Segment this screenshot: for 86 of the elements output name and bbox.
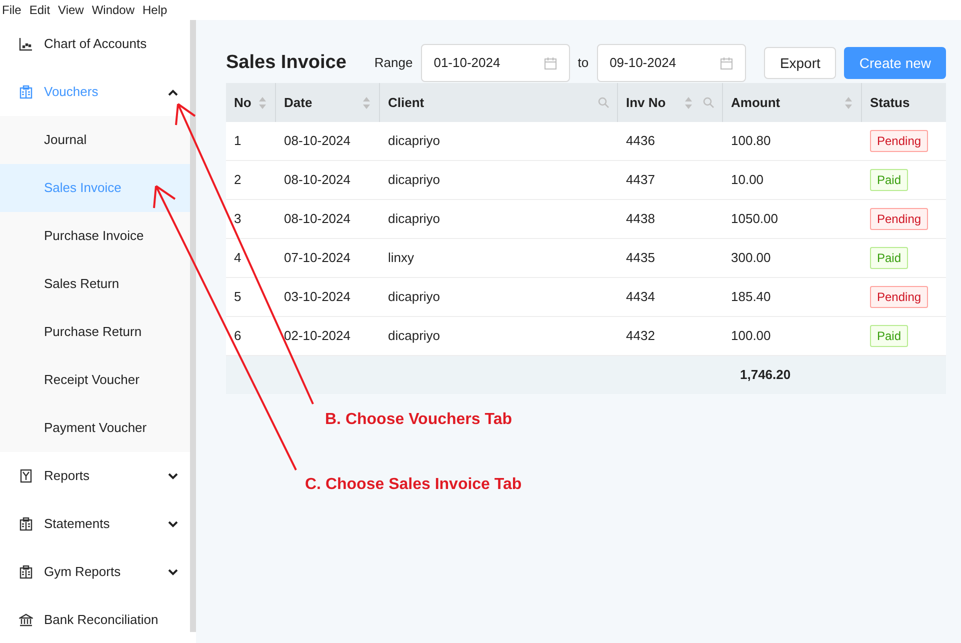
sort-icon[interactable] <box>258 96 267 110</box>
table-cell-text: 1 <box>234 132 242 150</box>
table-cell-text: 4432 <box>626 327 655 346</box>
sort-icon[interactable] <box>844 96 853 110</box>
table-cell-text: 03-10-2024 <box>284 288 350 306</box>
bank-icon <box>19 613 33 627</box>
table-cell-text: 185.40 <box>731 288 771 306</box>
page-title: Sales Invoice <box>226 50 346 75</box>
export-button[interactable]: Export <box>764 47 836 79</box>
table-cell-text: 4438 <box>626 210 655 228</box>
table-cell-text: 100.00 <box>731 327 771 346</box>
to-label: to <box>578 54 589 72</box>
chevron-down-icon <box>168 520 178 528</box>
column-header: Status <box>870 94 910 112</box>
menu-item[interactable]: View <box>55 1 87 19</box>
table-cell-text: 07-10-2024 <box>284 249 350 268</box>
submenu-item[interactable]: Journal <box>0 116 190 164</box>
submenu-item[interactable]: Payment Voucher <box>0 404 190 452</box>
menu-item[interactable]: Window <box>88 1 138 19</box>
table-cell-text: 08-10-2024 <box>284 132 350 150</box>
submenu-item[interactable]: Sales Return <box>0 260 190 308</box>
sidebar-item[interactable]: Statements <box>0 500 190 548</box>
calendar-icon <box>720 56 733 70</box>
table-cell-text: 02-10-2024 <box>284 327 350 346</box>
date-field[interactable]: 01-10-2024 <box>420 44 570 82</box>
range-label: Range <box>374 54 413 72</box>
table-cell-text: 5 <box>234 288 242 306</box>
chevron-up-icon <box>168 88 178 96</box>
status-tag: Paid <box>870 325 908 347</box>
column-header: Client <box>388 94 424 112</box>
scrollbar[interactable] <box>190 20 196 632</box>
table-cell-text: 4 <box>234 249 242 268</box>
table-cell-text: dicapriyo <box>388 171 440 190</box>
table-cell-text: 300.00 <box>731 249 771 268</box>
sidebar-item[interactable]: Gym Reports <box>0 548 190 596</box>
table-cell-text: linxy <box>388 249 414 268</box>
column-header: Date <box>284 94 312 112</box>
table-cell-text: 08-10-2024 <box>284 210 350 228</box>
column-header: No <box>234 94 252 112</box>
clipboard-icon <box>19 565 33 579</box>
table-cell-text: dicapriyo <box>388 327 440 346</box>
menu-item[interactable]: Help <box>140 1 170 19</box>
clipboard-icon <box>19 517 33 531</box>
table-cell-text: 3 <box>234 210 242 228</box>
table-cell-text: 6 <box>234 327 242 346</box>
column-header: Amount <box>731 94 780 112</box>
table-cell-text: dicapriyo <box>388 210 440 228</box>
status-tag: Pending <box>870 286 928 308</box>
calendar-icon <box>544 56 557 70</box>
clipboard-icon <box>19 85 33 99</box>
report-icon <box>19 469 33 483</box>
search-icon[interactable] <box>598 97 609 108</box>
chevron-down-icon <box>168 472 178 480</box>
table-cell-text: 1050.00 <box>731 210 778 228</box>
table-cell-text: dicapriyo <box>388 288 440 306</box>
table-cell-text: 4437 <box>626 171 655 190</box>
table-cell-text: 08-10-2024 <box>284 171 350 190</box>
date-field[interactable]: 09-10-2024 <box>596 44 746 82</box>
status-tag: Paid <box>870 169 908 191</box>
table-cell-text: 4436 <box>626 132 655 150</box>
submenu-item[interactable]: Receipt Voucher <box>0 356 190 404</box>
chevron-down-icon <box>168 568 178 576</box>
table-cell-text: 4435 <box>626 249 655 268</box>
table-cell-text: 4434 <box>626 288 655 306</box>
submenu-item[interactable]: Purchase Return <box>0 308 190 356</box>
submenu-item[interactable]: Purchase Invoice <box>0 212 190 260</box>
sidebar-item[interactable]: Chart of Accounts <box>0 20 190 68</box>
status-tag: Pending <box>870 130 928 152</box>
sidebar-item[interactable]: Reports <box>0 452 190 500</box>
column-header: Inv No <box>626 94 666 112</box>
search-icon[interactable] <box>703 97 714 108</box>
menu-item[interactable]: Edit <box>26 1 54 19</box>
annotation-label: B. Choose Vouchers Tab <box>325 410 512 430</box>
annotation-label: C. Choose Sales Invoice Tab <box>305 475 522 495</box>
sidebar-item[interactable]: Bank Reconciliation <box>0 596 190 643</box>
sort-icon[interactable] <box>362 96 371 110</box>
table-cell-text: 10.00 <box>731 171 764 190</box>
chart-icon <box>19 37 33 51</box>
table-cell-text: dicapriyo <box>388 132 440 150</box>
total-amount: 1,746.20 <box>739 366 792 384</box>
menu-item[interactable]: File <box>0 1 24 19</box>
status-tag: Pending <box>870 208 928 230</box>
sort-icon[interactable] <box>684 96 693 110</box>
status-tag: Paid <box>870 247 908 269</box>
table-cell-text: 100.80 <box>731 132 771 150</box>
table-cell-text: 2 <box>234 171 242 190</box>
